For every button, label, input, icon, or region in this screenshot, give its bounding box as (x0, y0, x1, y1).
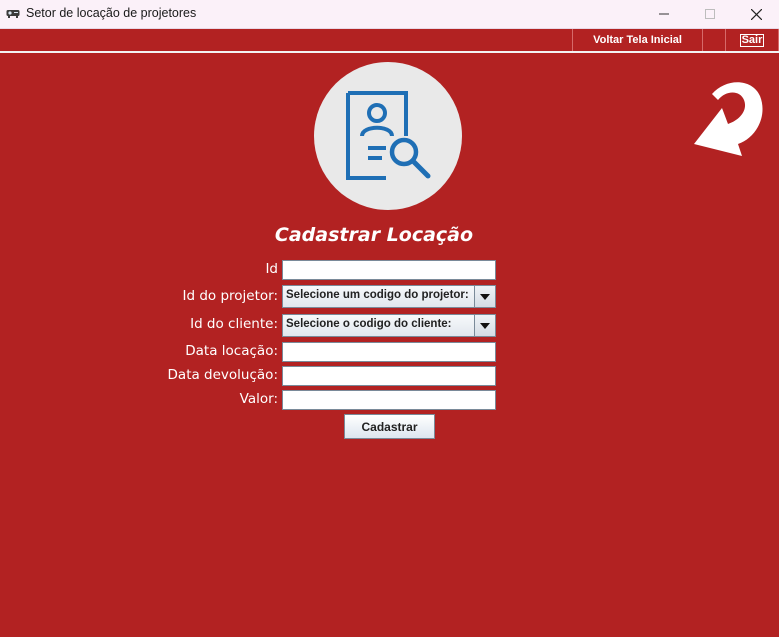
close-button[interactable] (733, 0, 779, 28)
cliente-dropdown-button[interactable] (474, 315, 495, 336)
menu-sair[interactable]: Sair (725, 29, 779, 51)
avatar (314, 62, 462, 210)
cliente-label: Id do cliente: (190, 316, 278, 332)
document-user-search-icon (346, 91, 431, 180)
minimize-icon (659, 13, 669, 15)
title-bar: Setor de locação de projetores (0, 0, 779, 29)
valor-label: Valor: (239, 391, 278, 407)
menu-voltar-tela-inicial[interactable]: Voltar Tela Inicial (572, 29, 703, 51)
maximize-button[interactable] (687, 0, 733, 28)
app-window: Setor de locação de projetores Voltar Te… (0, 0, 779, 637)
id-label: Id (265, 261, 278, 277)
projetor-select[interactable]: Selecione um codigo do projetor: (282, 285, 496, 308)
cliente-selected-value: Selecione o codigo do cliente: (286, 318, 452, 330)
window-title: Setor de locação de projetores (26, 6, 197, 20)
projector-app-icon (6, 10, 20, 18)
cadastrar-button[interactable]: Cadastrar (344, 414, 435, 439)
projetor-dropdown-button[interactable] (474, 286, 495, 307)
maximize-icon (705, 9, 715, 19)
chevron-down-icon (480, 293, 490, 300)
menu-bar: Voltar Tela Inicial Sair (0, 29, 779, 53)
data-locacao-input[interactable] (282, 342, 496, 362)
data-devolucao-input[interactable] (282, 366, 496, 386)
chevron-down-icon (480, 322, 490, 329)
projetor-selected-value: Selecione um codigo do projetor: (286, 289, 469, 301)
data-devolucao-label: Data devolução: (167, 367, 278, 383)
minimize-button[interactable] (641, 0, 687, 28)
return-arrow-icon[interactable] (690, 64, 772, 160)
valor-input[interactable] (282, 390, 496, 410)
projetor-label: Id do projetor: (182, 288, 278, 304)
cliente-select[interactable]: Selecione o codigo do cliente: (282, 314, 496, 337)
id-input[interactable] (282, 260, 496, 280)
menu-voltar-label: Voltar Tela Inicial (593, 34, 682, 46)
menu-sair-label: Sair (739, 33, 765, 47)
form-title: Cadastrar Locação (274, 224, 474, 246)
close-icon (750, 8, 762, 20)
data-locacao-label: Data locação: (185, 343, 278, 359)
